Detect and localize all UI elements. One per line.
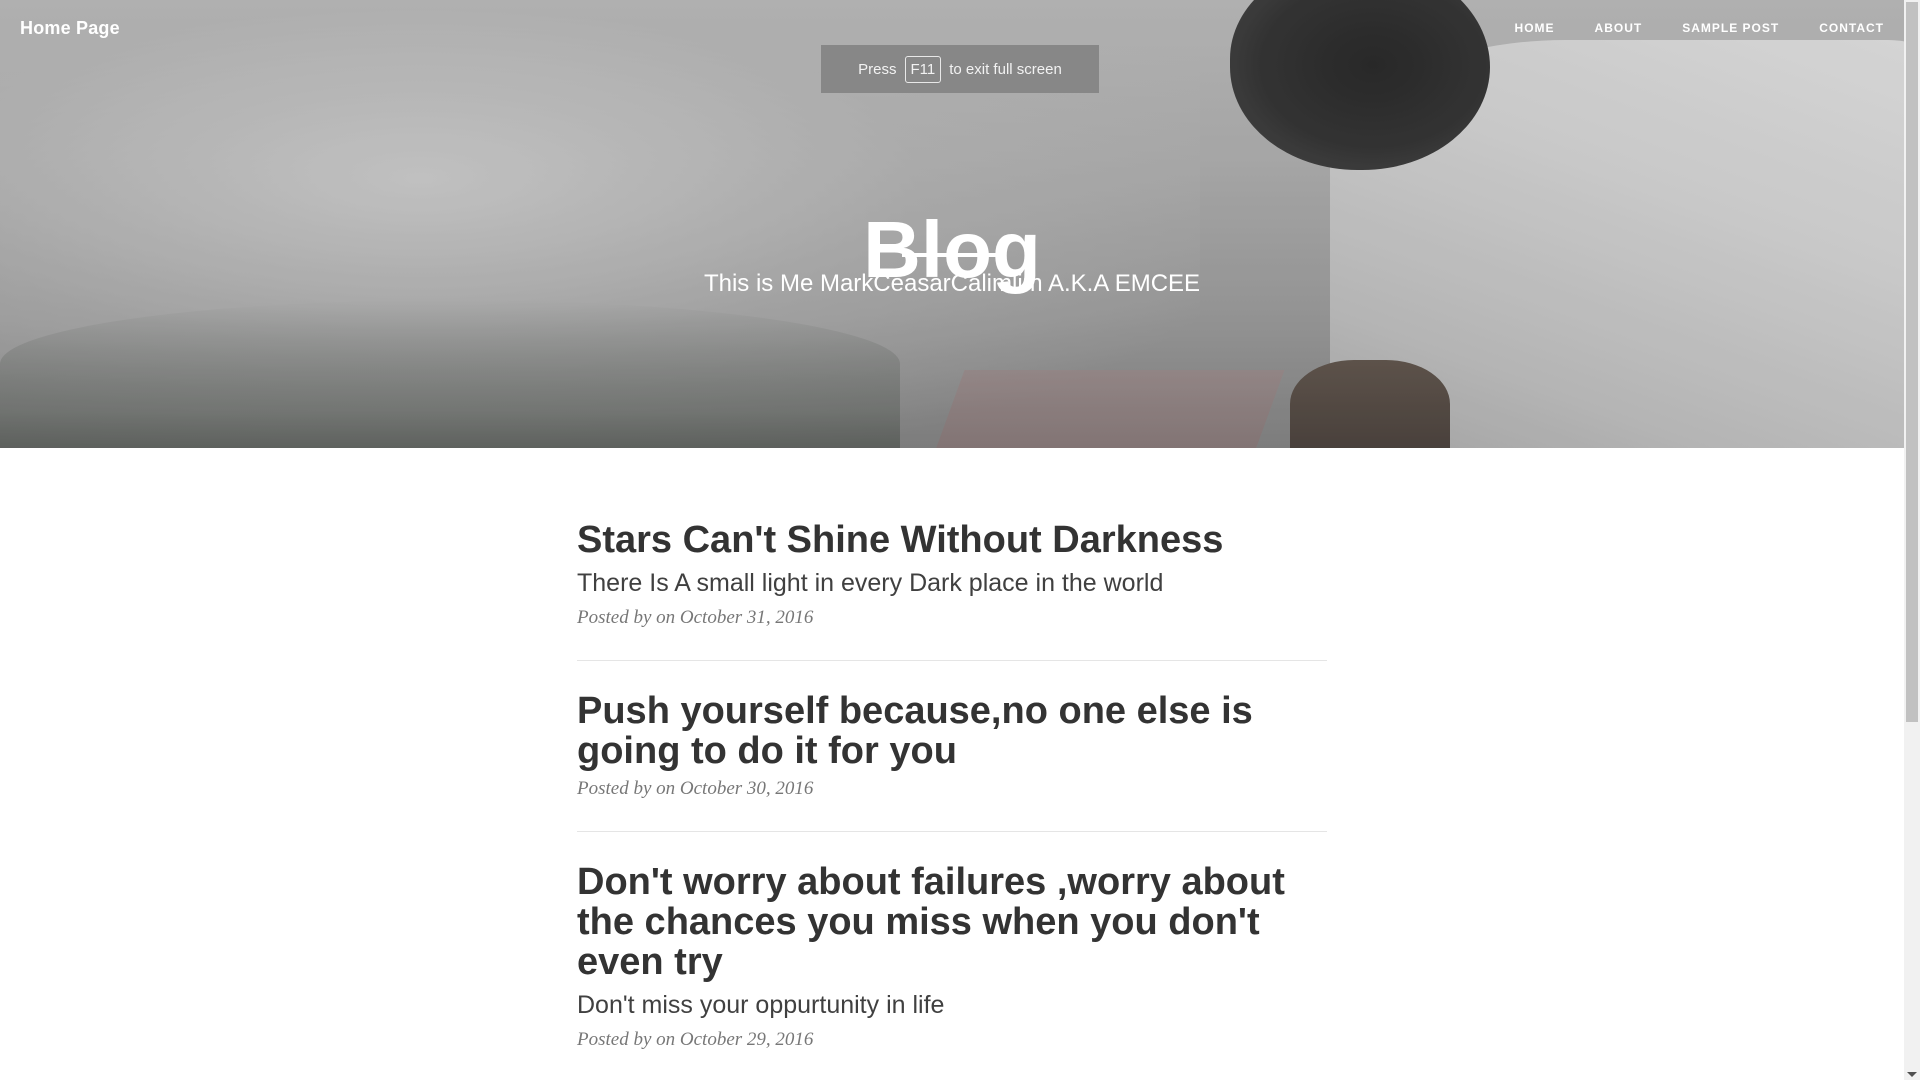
post-subtitle: There Is A small light in every Dark pla… bbox=[577, 569, 1164, 597]
post-subtitle: Don't miss your oppurtunity in life bbox=[577, 991, 945, 1019]
post-meta: Posted by on October 31, 2016 bbox=[577, 607, 814, 628]
hero-divider bbox=[902, 253, 1002, 257]
brand-link[interactable]: Home Page bbox=[20, 18, 120, 39]
nav-link-home[interactable]: HOME bbox=[1515, 21, 1555, 35]
fullscreen-notice-prefix: Press bbox=[858, 60, 897, 78]
nav-link-contact[interactable]: CONTACT bbox=[1819, 21, 1884, 35]
post-preview: Stars Can't Shine Without Darkness There… bbox=[577, 520, 1327, 661]
nav-links: HOME ABOUT SAMPLE POST CONTACT bbox=[1515, 21, 1884, 35]
fullscreen-notice-suffix: to exit full screen bbox=[949, 60, 1062, 78]
page-scrollbar[interactable] bbox=[1904, 0, 1920, 1080]
post-meta: Posted by on October 30, 2016 bbox=[577, 778, 814, 799]
post-list: Stars Can't Shine Without Darkness There… bbox=[577, 520, 1327, 1080]
post-title-link[interactable]: Stars Can't Shine Without Darkness bbox=[577, 520, 1327, 560]
fullscreen-notice-key: F11 bbox=[904, 55, 942, 83]
post-preview: Push yourself because,no one else is goi… bbox=[577, 691, 1327, 832]
site-subtitle: This is Me MarkCeasarCalimlim A.K.A EMCE… bbox=[703, 270, 1201, 297]
post-meta: Posted by on October 29, 2016 bbox=[577, 1029, 814, 1050]
nav-link-about[interactable]: ABOUT bbox=[1595, 21, 1643, 35]
fullscreen-exit-notice: Press F11 to exit full screen bbox=[821, 45, 1099, 93]
post-title-link[interactable]: Don't worry about failures ,worry about … bbox=[577, 862, 1327, 982]
post-title-link[interactable]: Push yourself because,no one else is goi… bbox=[577, 691, 1327, 771]
nav-link-sample-post[interactable]: SAMPLE POST bbox=[1682, 21, 1779, 35]
post-preview: Don't worry about failures ,worry about … bbox=[577, 862, 1327, 1080]
browser-viewport: Home Page HOME ABOUT SAMPLE POST CONTACT… bbox=[0, 0, 1920, 1080]
scroll-down-arrow-icon[interactable] bbox=[1907, 1072, 1917, 1077]
scrollbar-thumb[interactable] bbox=[1906, 2, 1918, 722]
